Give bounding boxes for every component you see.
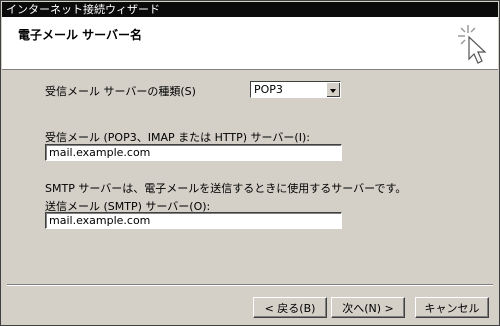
back-button[interactable]: < 戻る(B) xyxy=(253,297,327,318)
outgoing-server-value: mail.example.com xyxy=(49,214,151,227)
cursor-sparkle-icon xyxy=(458,25,487,64)
smtp-description: SMTP サーバーは、電子メールを送信するときに使用するサーバーです。 xyxy=(45,182,407,195)
wizard-window: インターネット接続ウィザード 電子メール サーバー名 受信メール サーバーの種類… xyxy=(0,0,500,326)
outgoing-server-input[interactable]: mail.example.com xyxy=(45,212,342,229)
server-type-label: 受信メール サーバーの種類(S) xyxy=(45,85,196,98)
next-button[interactable]: 次へ(N) > xyxy=(331,297,405,318)
window-title: インターネット接続ウィザード xyxy=(6,3,160,16)
server-type-value: POP3 xyxy=(254,83,283,96)
wizard-header: 電子メール サーバー名 xyxy=(2,17,498,70)
title-bar[interactable]: インターネット接続ウィザード xyxy=(2,2,498,17)
divider xyxy=(7,284,493,286)
chevron-down-icon[interactable] xyxy=(326,82,340,97)
incoming-server-label: 受信メール (POP3、IMAP または HTTP) サーバー(I): xyxy=(45,131,310,144)
server-type-select[interactable]: POP3 xyxy=(250,81,341,98)
page-title: 電子メール サーバー名 xyxy=(18,28,143,42)
incoming-server-value: mail.example.com xyxy=(49,146,151,159)
cancel-button[interactable]: キャンセル xyxy=(415,297,489,318)
incoming-server-input[interactable]: mail.example.com xyxy=(45,144,342,161)
